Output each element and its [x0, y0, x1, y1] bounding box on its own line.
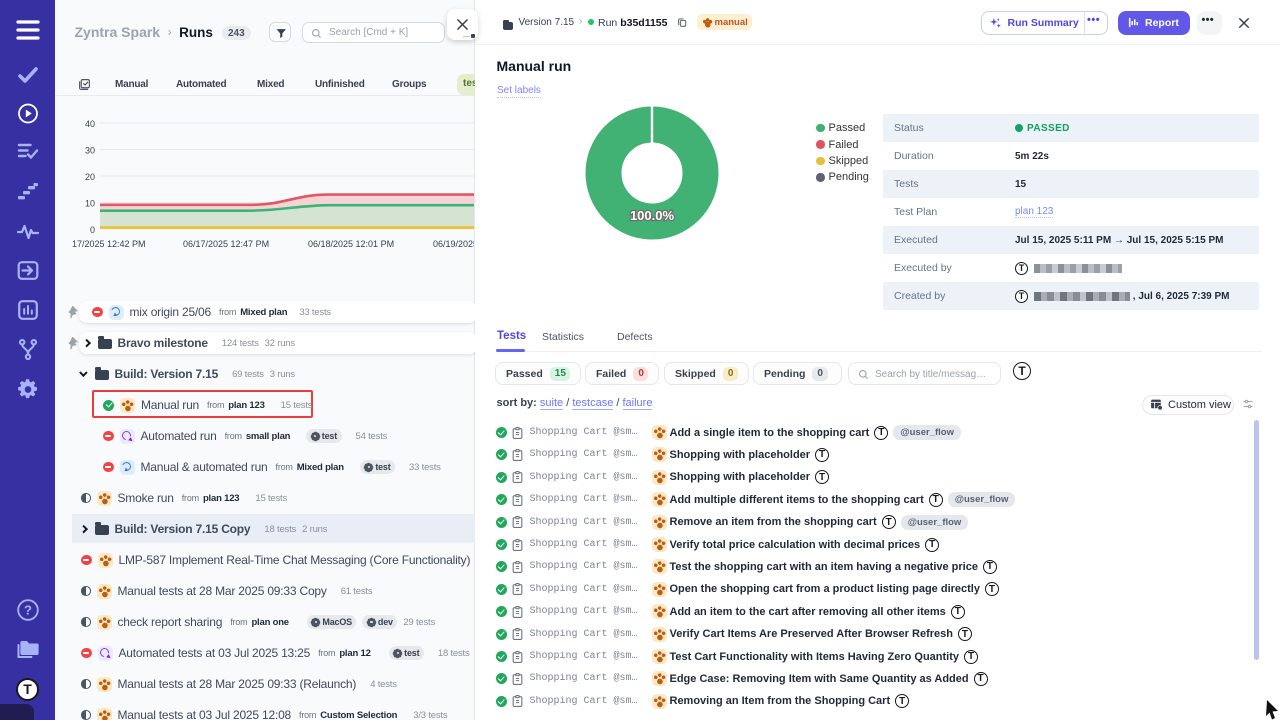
svg-text:06/17/2025 12:47 PM: 06/17/2025 12:47 PM	[183, 239, 269, 249]
svg-text:10: 10	[85, 199, 95, 209]
svg-text:?: ?	[24, 603, 32, 618]
svg-text:40: 40	[85, 119, 95, 129]
svg-text:30: 30	[85, 146, 95, 156]
svg-text:0: 0	[90, 225, 95, 235]
svg-text:20: 20	[85, 172, 95, 182]
svg-text:17/2025 12:42 PM: 17/2025 12:42 PM	[72, 239, 146, 249]
svg-text:100.0%: 100.0%	[630, 208, 675, 223]
svg-text:06/19/2025 1: 06/19/2025 1	[433, 239, 474, 249]
svg-text:06/18/2025 12:01 PM: 06/18/2025 12:01 PM	[308, 239, 394, 249]
